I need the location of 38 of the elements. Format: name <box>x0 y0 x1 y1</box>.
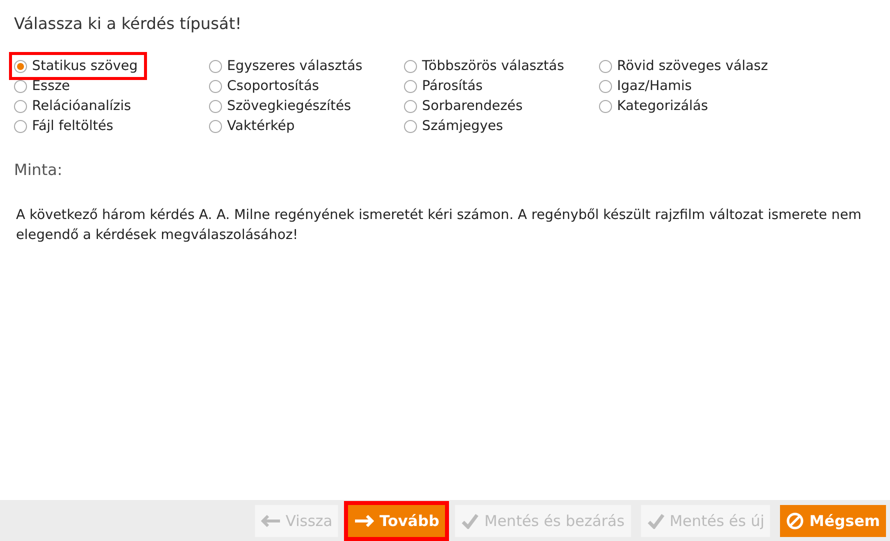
check-icon <box>461 512 480 528</box>
radio-button[interactable] <box>599 80 612 92</box>
radio-button[interactable] <box>599 60 612 72</box>
radio-button[interactable] <box>14 80 27 92</box>
question-type-option[interactable]: Párosítás <box>404 77 599 95</box>
question-type-option[interactable]: Igaz/Hamis <box>599 77 794 95</box>
radio-button[interactable] <box>404 100 417 112</box>
check-icon <box>646 512 665 528</box>
radio-button[interactable] <box>209 60 222 72</box>
sample-title: Minta: <box>14 161 64 179</box>
question-type-option[interactable]: Relációanalízis <box>14 97 209 115</box>
question-type-option[interactable]: Statikus szöveg <box>14 57 142 75</box>
question-type-option[interactable]: Sorbarendezés <box>404 97 599 115</box>
radio-button[interactable] <box>209 100 222 112</box>
sample-text: A következő három kérdés A. A. Milne regényének ismeretét kéri számon. A regényből készült rajzfilm változat ismerete nem elegendő a kérdések megválaszolásához! <box>16 206 862 245</box>
radio-button[interactable] <box>209 120 222 132</box>
radio-button[interactable] <box>404 60 417 72</box>
radio-button[interactable] <box>404 120 417 132</box>
radio-button[interactable] <box>404 80 417 92</box>
question-type-option[interactable]: Szövegkiegészítés <box>209 97 404 115</box>
radio-button[interactable] <box>14 60 27 72</box>
question-type-option[interactable]: Essze <box>14 77 209 95</box>
radio-button[interactable] <box>14 120 27 132</box>
question-type-option[interactable]: Egyszeres választás <box>209 57 404 75</box>
question-type-option[interactable]: Többszörös választás <box>404 57 599 75</box>
question-type-option[interactable]: Kategorizálás <box>599 97 794 115</box>
arrow-left-icon <box>260 514 281 526</box>
question-type-option[interactable]: Számjegyes <box>404 117 599 135</box>
question-type-option[interactable]: Fájl feltöltés <box>14 117 209 135</box>
radio-button[interactable] <box>209 80 222 92</box>
question-type-option[interactable]: Csoportosítás <box>209 77 404 95</box>
question-type-option[interactable]: Rövid szöveges válasz <box>599 57 794 75</box>
radio-button[interactable] <box>14 100 27 112</box>
page-heading: Válassza ki a kérdés típusát! <box>14 14 243 33</box>
arrow-right-icon <box>354 514 374 526</box>
question-type-option[interactable]: Vaktérkép <box>209 117 404 135</box>
radio-button[interactable] <box>599 100 612 112</box>
ban-icon <box>786 512 804 530</box>
